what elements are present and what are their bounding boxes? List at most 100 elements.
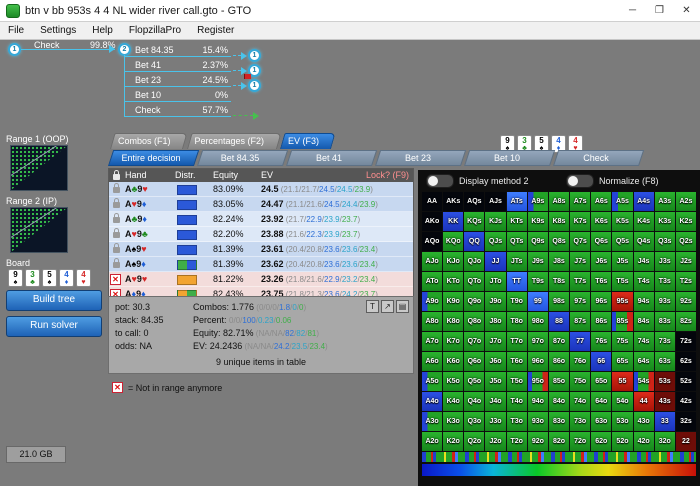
matrix-cell-q8s[interactable]: Q8s — [548, 232, 570, 251]
matrix-cell-87s[interactable]: 87s — [570, 312, 591, 331]
matrix-cell-kjo[interactable]: KJo — [443, 252, 464, 271]
matrix-cell-74s[interactable]: 74s — [633, 332, 654, 351]
menu-item-file[interactable]: File — [0, 25, 32, 36]
matrix-cell-k2o[interactable]: K2o — [443, 432, 464, 451]
matrix-cell-t2o[interactable]: T2o — [506, 432, 527, 451]
range2-thumbnail[interactable] — [10, 207, 68, 253]
matrix-cell-k2s[interactable]: K2s — [675, 212, 696, 231]
matrix-cell-j6s[interactable]: J6s — [591, 252, 612, 271]
matrix-cell-qjs[interactable]: QJs — [485, 232, 506, 251]
matrix-cell-85o[interactable]: 85o — [548, 372, 570, 391]
matrix-cell-a2s[interactable]: A2s — [675, 192, 696, 211]
matrix-cell-k5o[interactable]: K5o — [443, 372, 464, 391]
matrix-cell-k4s[interactable]: K4s — [633, 212, 654, 231]
tree-branch-bet-23[interactable]: Bet 23 24.5% — [125, 74, 231, 87]
matrix-cell-a9s[interactable]: A9s — [527, 192, 548, 211]
matrix-cell-k7s[interactable]: K7s — [570, 212, 591, 231]
matrix-cell-t8o[interactable]: T8o — [506, 312, 527, 331]
matrix-cell-ajo[interactable]: AJo — [422, 252, 443, 271]
matrix-cell-a7s[interactable]: A7s — [570, 192, 591, 211]
matrix-cell-63s[interactable]: 63s — [654, 352, 675, 371]
subtab-bet-84-35[interactable]: Bet 84.35 — [197, 150, 289, 166]
matrix-cell-a8s[interactable]: A8s — [548, 192, 570, 211]
matrix-cell-86s[interactable]: 86s — [591, 312, 612, 331]
matrix-cell-85s[interactable]: 85s — [612, 312, 633, 331]
matrix-cell-q4s[interactable]: Q4s — [633, 232, 654, 251]
matrix-cell-q4o[interactable]: Q4o — [464, 392, 485, 411]
col-ev[interactable]: EV — [261, 169, 273, 182]
tree-branch-bet-84-35[interactable]: Bet 84.35 15.4% — [125, 44, 231, 57]
matrix-cell-q6o[interactable]: Q6o — [464, 352, 485, 371]
matrix-cell-ato[interactable]: ATo — [422, 272, 443, 291]
lock-icon[interactable] — [113, 198, 120, 208]
matrix-cell-42s[interactable]: 42s — [675, 392, 696, 411]
matrix-cell-qts[interactable]: QTs — [506, 232, 527, 251]
matrix-cell-jts[interactable]: JTs — [506, 252, 527, 271]
matrix-cell-q2o[interactable]: Q2o — [464, 432, 485, 451]
matrix-cell-q3s[interactable]: Q3s — [654, 232, 675, 251]
matrix-cell-88[interactable]: 88 — [548, 312, 570, 331]
matrix-cell-k3o[interactable]: K3o — [443, 412, 464, 431]
matrix-cell-t3s[interactable]: T3s — [654, 272, 675, 291]
matrix-cell-qq[interactable]: QQ — [464, 232, 485, 251]
matrix-cell-94s[interactable]: 94s — [633, 292, 654, 311]
matrix-cell-t7s[interactable]: T7s — [570, 272, 591, 291]
matrix-cell-k4o[interactable]: K4o — [443, 392, 464, 411]
matrix-cell-a7o[interactable]: A7o — [422, 332, 443, 351]
matrix-cell-k6o[interactable]: K6o — [443, 352, 464, 371]
matrix-cell-73s[interactable]: 73s — [654, 332, 675, 351]
matrix-cell-99[interactable]: 99 — [527, 292, 548, 311]
matrix-cell-73o[interactable]: 73o — [570, 412, 591, 431]
matrix-cell-53s[interactable]: 53s — [654, 372, 675, 391]
matrix-cell-43o[interactable]: 43o — [633, 412, 654, 431]
matrix-cell-qjo[interactable]: QJo — [464, 252, 485, 271]
matrix-cell-q5s[interactable]: Q5s — [612, 232, 633, 251]
matrix-cell-76s[interactable]: 76s — [591, 332, 612, 351]
matrix-cell-83o[interactable]: 83o — [548, 412, 570, 431]
matrix-cell-j3o[interactable]: J3o — [485, 412, 506, 431]
lock-icon[interactable] — [113, 228, 120, 238]
tree-branch-check[interactable]: Check 57.7% — [125, 104, 231, 117]
matrix-cell-66[interactable]: 66 — [591, 352, 612, 371]
matrix-cell-k8o[interactable]: K8o — [443, 312, 464, 331]
matrix-cell-54o[interactable]: 54o — [612, 392, 633, 411]
subtab-entire-decision[interactable]: Entire decision — [108, 150, 200, 166]
matrix-cell-98o[interactable]: 98o — [527, 312, 548, 331]
toggle-switch-icon[interactable] — [426, 174, 454, 188]
matrix-cell-62s[interactable]: 62s — [675, 352, 696, 371]
matrix-cell-j3s[interactable]: J3s — [654, 252, 675, 271]
matrix-cell-q3o[interactable]: Q3o — [464, 412, 485, 431]
text-tool-icon[interactable]: T — [366, 300, 379, 313]
range1-thumbnail[interactable] — [10, 145, 68, 191]
matrix-cell-j2s[interactable]: J2s — [675, 252, 696, 271]
lock-icon[interactable] — [113, 183, 120, 193]
matrix-cell-j8s[interactable]: J8s — [548, 252, 570, 271]
matrix-cell-22[interactable]: 22 — [675, 432, 696, 451]
matrix-cell-aqo[interactable]: AQo — [422, 232, 443, 251]
matrix-cell-64o[interactable]: 64o — [591, 392, 612, 411]
matrix-cell-t3o[interactable]: T3o — [506, 412, 527, 431]
matrix-cell-aa[interactable]: AA — [422, 192, 443, 211]
close-button[interactable]: ✕ — [673, 0, 700, 21]
lock-icon[interactable] — [113, 258, 120, 268]
menu-item-help[interactable]: Help — [84, 25, 121, 36]
matrix-cell-q9o[interactable]: Q9o — [464, 292, 485, 311]
matrix-cell-96o[interactable]: 96o — [527, 352, 548, 371]
matrix-cell-aks[interactable]: AKs — [443, 192, 464, 211]
matrix-cell-kqs[interactable]: KQs — [464, 212, 485, 231]
matrix-cell-j9o[interactable]: J9o — [485, 292, 506, 311]
matrix-cell-a5o[interactable]: A5o — [422, 372, 443, 391]
menu-item-flopzillapro[interactable]: FlopzillaPro — [121, 25, 189, 36]
matrix-cell-j6o[interactable]: J6o — [485, 352, 506, 371]
table-row[interactable]: A♥9♦ 83.05% 24.47 (21.1/21.6/24.5/24.4/23.… — [109, 197, 413, 212]
matrix-cell-52o[interactable]: 52o — [612, 432, 633, 451]
board-cards[interactable]: 9 ♠ 3 ♣ 5 ♠ 4 ♦ 4 ♥ — [8, 269, 91, 287]
matrix-cell-a3s[interactable]: A3s — [654, 192, 675, 211]
subtab-check[interactable]: Check — [553, 150, 645, 166]
tree-node-circle-1[interactable]: 1 — [8, 43, 21, 56]
matrix-cell-a6o[interactable]: A6o — [422, 352, 443, 371]
matrix-cell-32o[interactable]: 32o — [654, 432, 675, 451]
table-row[interactable]: A♣9♥ 83.09% 24.5 (21.1/21.7/24.5/24.5/23.9… — [109, 182, 413, 197]
matrix-cell-74o[interactable]: 74o — [570, 392, 591, 411]
tab-ev-f3[interactable]: EV (F3) — [280, 133, 336, 149]
